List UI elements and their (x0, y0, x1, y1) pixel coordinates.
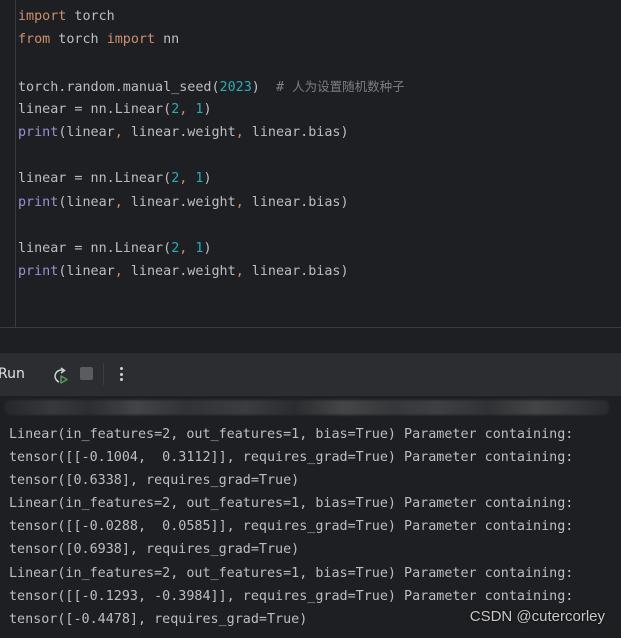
console-line: Linear(in_features=2, out_features=1, bi… (9, 427, 574, 442)
code-token: , (114, 194, 123, 210)
code-token: ) (203, 171, 212, 187)
more-options-icon[interactable] (116, 366, 126, 384)
code-token: ) (251, 79, 276, 95)
code-line[interactable]: linear = nn.Linear(2, 1) (18, 98, 405, 121)
code-line[interactable]: print(linear, linear.weight, linear.bias… (18, 121, 405, 144)
code-token: 人为设置随机数种子 (292, 78, 405, 94)
code-token: (linear (58, 264, 115, 280)
code-token: linear = nn.Linear( (18, 171, 172, 187)
rerun-icon[interactable] (50, 366, 70, 386)
run-tab-label[interactable]: Run (0, 366, 25, 382)
code-token: linear.weight (122, 194, 236, 210)
code-token: , (235, 124, 244, 140)
blurred-command-line (4, 400, 609, 415)
code-line[interactable] (18, 214, 405, 237)
code-token: ) (203, 240, 212, 256)
code-token: print (18, 264, 59, 280)
code-line[interactable]: from torch import nn (18, 28, 405, 51)
code-token: from (18, 32, 51, 48)
code-token: # (275, 79, 293, 95)
code-token: print (18, 194, 59, 210)
code-line[interactable]: linear = nn.Linear(2, 1) (18, 237, 405, 260)
console-line: tensor([[-0.1004, 0.3112]], requires_gra… (9, 450, 574, 466)
panel-gap (0, 328, 621, 352)
code-token: 2023 (219, 79, 252, 95)
console-line: tensor([0.6938], requires_grad=True) (9, 542, 300, 558)
run-toolbar: Run (0, 352, 621, 397)
console-output[interactable]: Linear(in_features=2, out_features=1, bi… (0, 396, 621, 638)
stop-icon[interactable] (80, 367, 93, 380)
code-line[interactable]: print(linear, linear.weight, linear.bias… (18, 260, 405, 283)
console-line: tensor([[-0.1293, -0.3984]], requires_gr… (9, 588, 574, 604)
code-token: , (114, 124, 123, 140)
console-text: Linear(in_features=2, out_features=1, bi… (9, 423, 573, 631)
code-token: torch (66, 9, 115, 24)
code-token: nn (155, 32, 180, 48)
code-token: linear = nn.Linear( (18, 240, 172, 256)
code-token: , (235, 264, 244, 280)
code-line[interactable] (18, 144, 405, 167)
console-line: Linear(in_features=2, out_features=1, bi… (9, 496, 574, 512)
code-content[interactable]: import torch from torch import nn torch.ra… (18, 5, 405, 283)
code-token: linear.weight (122, 124, 236, 140)
code-token: ) (203, 101, 212, 117)
code-token: linear.weight (122, 264, 236, 280)
code-token: (linear (58, 194, 115, 210)
code-token: import (18, 9, 67, 24)
code-token: linear.bias) (243, 194, 349, 210)
code-line[interactable]: import torch (18, 5, 405, 28)
toolbar-separator (103, 363, 104, 385)
code-token: torch.random.manual_seed( (18, 79, 220, 95)
console-line: Linear(in_features=2, out_features=1, bi… (9, 565, 574, 581)
code-token: import (106, 32, 156, 48)
console-line: tensor([0.6338], requires_grad=True) (9, 473, 300, 489)
code-token: torch (50, 32, 107, 48)
gutter-divider (15, 0, 16, 328)
code-token: , (114, 264, 123, 280)
code-line[interactable]: print(linear, linear.weight, linear.bias… (18, 191, 405, 214)
code-token: linear = nn.Linear( (18, 101, 172, 117)
watermark: CSDN @cutercorley (469, 608, 605, 625)
code-token: print (18, 124, 59, 140)
code-token: , (235, 194, 244, 210)
code-line[interactable]: linear = nn.Linear(2, 1) (18, 167, 405, 190)
code-line[interactable]: torch.random.manual_seed(2023) # 人为设置随机数… (18, 75, 405, 98)
console-line: tensor([[-0.0288, 0.0585]], requires_gra… (9, 519, 574, 535)
code-line[interactable] (18, 51, 405, 74)
code-token: linear.bias) (243, 264, 349, 280)
code-token: (linear (58, 124, 115, 140)
code-editor[interactable]: import torch from torch import nn torch.ra… (0, 0, 621, 328)
code-token: linear.bias) (243, 124, 349, 140)
